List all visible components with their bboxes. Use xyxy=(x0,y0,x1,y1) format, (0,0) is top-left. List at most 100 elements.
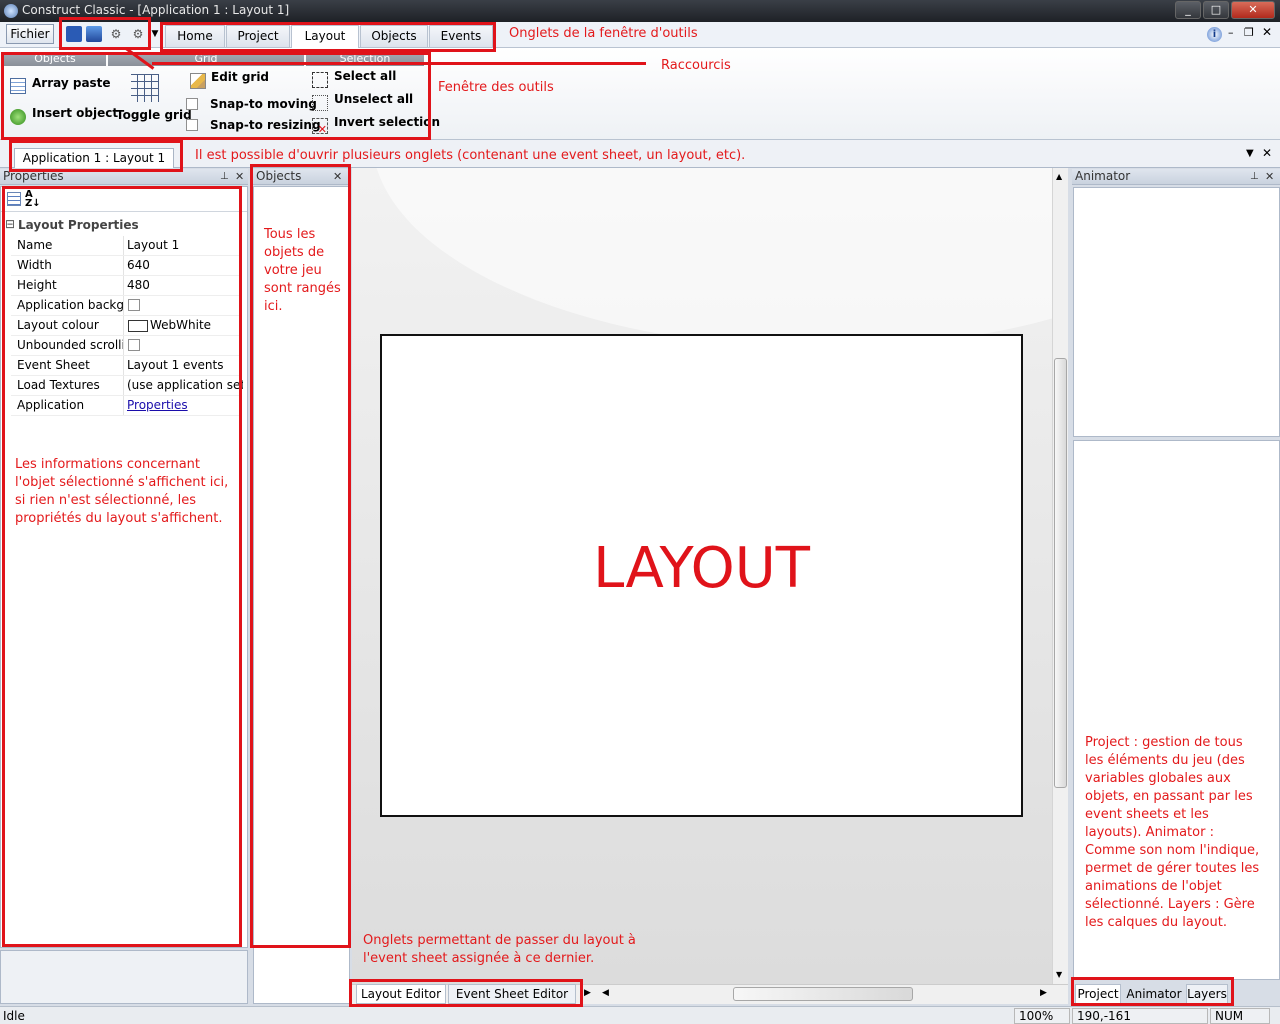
ribbon-restore-icon[interactable]: ❐ xyxy=(1244,26,1254,39)
edit-grid-button[interactable]: Edit grid xyxy=(211,70,269,84)
tab-home[interactable]: Home xyxy=(165,25,225,47)
title-bar: Construct Classic - [Application 1 : Lay… xyxy=(0,0,1280,22)
insert-object-button[interactable]: Insert object xyxy=(32,106,118,120)
edit-grid-icon xyxy=(190,73,206,89)
tab-events[interactable]: Events xyxy=(429,25,493,47)
unselect-all-icon xyxy=(312,95,328,111)
pin-icon[interactable]: ⊥ xyxy=(220,169,229,184)
file-menu-button[interactable]: Fichier xyxy=(6,24,54,44)
property-value[interactable]: WebWhite xyxy=(150,316,266,335)
property-row[interactable]: Application Properties xyxy=(11,396,241,416)
tab-layout[interactable]: Layout xyxy=(291,25,359,48)
unselect-all-button[interactable]: Unselect all xyxy=(334,92,413,106)
property-row[interactable]: Layout colour WebWhite xyxy=(11,316,241,336)
monitor-icon[interactable] xyxy=(86,26,102,42)
property-key: Width xyxy=(17,258,52,272)
tab-project[interactable]: Project xyxy=(226,25,290,47)
status-text: Idle xyxy=(3,1009,25,1023)
animator-panel-header: Animator ⊥ ✕ xyxy=(1072,169,1280,185)
layout-area[interactable]: LAYOUT xyxy=(380,334,1023,817)
gear-run-icon[interactable]: ⚙ xyxy=(108,26,124,42)
section-layout-properties: Layout Properties xyxy=(18,218,139,232)
properties-close-icon[interactable]: ✕ xyxy=(235,169,244,184)
horizontal-scroll-thumb[interactable] xyxy=(733,987,913,1001)
layout-label: LAYOUT xyxy=(593,536,810,601)
invert-selection-button[interactable]: Invert selection xyxy=(334,115,440,129)
tab-scroll-right-icon[interactable]: ▶ xyxy=(584,988,591,998)
tab-animator-panel[interactable]: Animator xyxy=(1123,984,1185,1004)
property-row[interactable]: Event Sheet Layout 1 events xyxy=(11,356,241,376)
animator-close-icon[interactable]: ✕ xyxy=(1265,169,1274,184)
minimize-button[interactable]: _ xyxy=(1175,1,1201,19)
animator-upper-pane xyxy=(1073,187,1280,437)
property-description-area xyxy=(0,950,248,1004)
property-value[interactable]: Properties xyxy=(127,396,243,415)
note-tool-tabs: Onglets de la fenêtre d'outils xyxy=(509,26,698,41)
hscroll-right-icon[interactable]: ▶ xyxy=(1040,988,1047,998)
select-all-button[interactable]: Select all xyxy=(334,69,396,83)
hscroll-left-icon[interactable]: ◀ xyxy=(602,988,609,998)
tab-objects[interactable]: Objects xyxy=(360,25,428,47)
property-checkbox[interactable] xyxy=(128,299,140,311)
properties-panel-header: Properties ⊥ ✕ xyxy=(0,169,248,185)
snap-resizing-checkbox[interactable] xyxy=(186,119,198,131)
array-paste-button[interactable]: Array paste xyxy=(32,76,111,90)
property-key: Application xyxy=(17,398,85,412)
document-tab-layout1[interactable]: Application 1 : Layout 1 xyxy=(14,148,174,168)
property-key: Name xyxy=(17,238,53,252)
animator-pin-icon[interactable]: ⊥ xyxy=(1250,169,1259,184)
property-value[interactable]: Layout 1 xyxy=(127,236,243,255)
property-row[interactable]: Width 640 xyxy=(11,256,241,276)
num-lock-indicator: NUM xyxy=(1210,1008,1270,1024)
categorized-view-icon[interactable] xyxy=(7,192,21,206)
tab-project-panel[interactable]: Project xyxy=(1075,984,1121,1004)
close-button[interactable]: ✕ xyxy=(1231,1,1275,19)
canvas-vertical-scrollbar[interactable]: ▲ ▼ xyxy=(1052,168,1068,984)
help-icon[interactable]: i xyxy=(1207,27,1222,42)
ribbon-minimize-icon[interactable]: – xyxy=(1228,26,1234,39)
property-checkbox[interactable] xyxy=(128,339,140,351)
collapse-section-icon[interactable]: ⊟ xyxy=(5,217,15,231)
property-row[interactable]: Unbounded scrolling xyxy=(11,336,241,356)
scroll-up-icon[interactable]: ▲ xyxy=(1056,172,1062,181)
tab-layers-panel[interactable]: Layers xyxy=(1186,984,1228,1004)
vertical-scroll-thumb[interactable] xyxy=(1054,358,1067,788)
property-value[interactable]: 640 xyxy=(127,256,243,275)
canvas-background-swoosh xyxy=(372,168,1052,348)
property-value[interactable]: Layout 1 events xyxy=(127,356,243,375)
property-row[interactable]: Name Layout 1 xyxy=(11,236,241,256)
sort-alpha-icon[interactable]: A Z↓ xyxy=(25,190,41,209)
scroll-down-icon[interactable]: ▼ xyxy=(1056,970,1062,979)
document-close-icon[interactable]: ✕ xyxy=(1262,146,1272,160)
layout-canvas[interactable]: LAYOUT xyxy=(352,168,1052,984)
ribbon-close-icon[interactable]: ✕ xyxy=(1262,25,1272,39)
objects-panel-header: Objects ✕ xyxy=(253,169,349,185)
note-objects: Tous les objets de votre jeu sont rangés… xyxy=(264,227,341,314)
status-bar: Idle 100% 190,-161 NUM xyxy=(0,1006,1280,1024)
maximize-button[interactable]: □ xyxy=(1203,1,1229,19)
property-column-divider xyxy=(123,256,124,275)
tab-layout-editor[interactable]: Layout Editor xyxy=(356,984,446,1004)
objects-close-icon[interactable]: ✕ xyxy=(333,169,342,184)
colour-swatch[interactable] xyxy=(128,320,148,332)
snap-moving-checkbox[interactable] xyxy=(186,98,198,110)
property-row[interactable]: Height 480 xyxy=(11,276,241,296)
toolbar-divider xyxy=(1,211,247,212)
property-column-divider xyxy=(123,236,124,255)
note-right-panels: Project : gestion de tous les éléments d… xyxy=(1085,735,1260,930)
property-row[interactable]: Load Textures (use application settings) xyxy=(11,376,243,396)
quick-access-dropdown-icon[interactable]: ▼ xyxy=(150,26,160,42)
zoom-level: 100% xyxy=(1014,1008,1070,1024)
property-row[interactable]: Application background xyxy=(11,296,241,316)
property-value[interactable]: 480 xyxy=(127,276,243,295)
animator-title: Animator xyxy=(1075,169,1131,183)
tab-event-sheet-editor[interactable]: Event Sheet Editor xyxy=(448,984,576,1004)
gear-debug-icon[interactable]: ⚙ xyxy=(130,26,146,42)
property-value[interactable]: (use application settings) xyxy=(127,376,243,395)
properties-panel: A Z↓ ⊟ Layout Properties Name Layout 1 Widt… xyxy=(0,186,248,948)
app-icon xyxy=(4,4,18,18)
tab-list-dropdown-icon[interactable]: ▼ xyxy=(1246,148,1254,159)
group-objects-header: Objects xyxy=(4,52,106,66)
toggle-grid-button[interactable]: Toggle grid xyxy=(116,108,192,122)
save-icon[interactable] xyxy=(66,26,82,42)
